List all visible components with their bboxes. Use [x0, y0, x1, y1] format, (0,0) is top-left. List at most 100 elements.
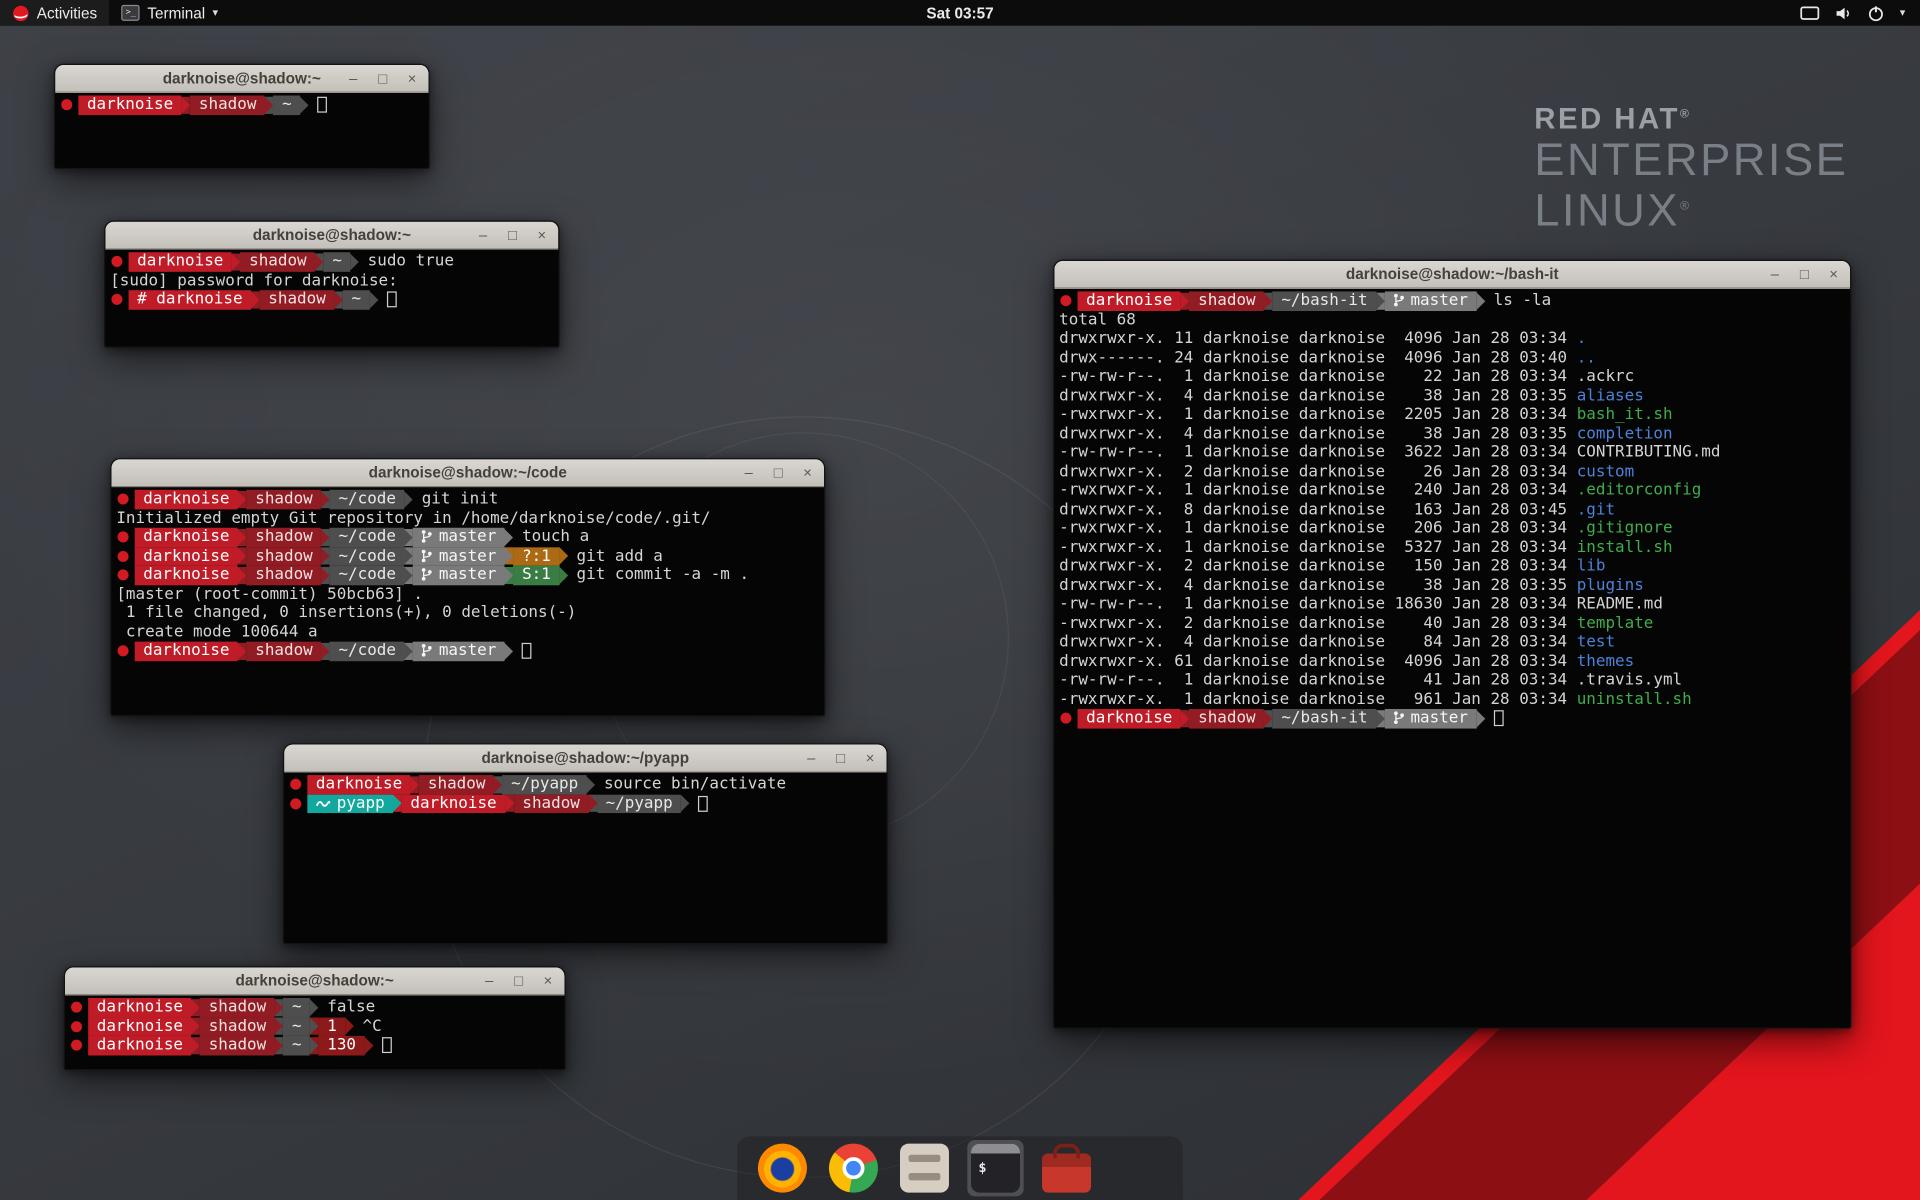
prompt-segment-host: shadow: [190, 96, 265, 115]
close-button[interactable]: ×: [540, 967, 556, 994]
minimize-button[interactable]: –: [345, 65, 361, 92]
titlebar[interactable]: darknoise@shadow:~–□×: [105, 222, 558, 250]
prompt-segment-host: shadow: [514, 794, 589, 813]
ls-file-name: .git: [1577, 500, 1615, 518]
ls-line: drwxrwxr-x. 4 darknoise darknoise 38 Jan…: [1059, 424, 1845, 443]
minimize-button[interactable]: –: [803, 744, 819, 771]
dock-item-appgrid[interactable]: [1109, 1140, 1165, 1196]
ls-line: drwxrwxr-x. 4 darknoise darknoise 38 Jan…: [1059, 386, 1845, 405]
minimize-button[interactable]: –: [481, 967, 497, 994]
close-button[interactable]: ×: [534, 222, 550, 249]
maximize-button[interactable]: □: [1796, 261, 1812, 288]
prompt-segment-user: darknoise: [402, 794, 505, 813]
chrome-icon: [829, 1144, 878, 1193]
maximize-button[interactable]: □: [511, 967, 527, 994]
terminal-content[interactable]: darknoiseshadow~/pyappsource bin/activat…: [284, 773, 886, 943]
dock-item-files[interactable]: [896, 1140, 952, 1196]
activities-button[interactable]: Activities: [0, 0, 109, 26]
terminal-content[interactable]: darknoiseshadow~/codegit initInitialized…: [111, 487, 824, 715]
powerline-separator: [310, 999, 319, 1016]
powerline-separator: [238, 567, 247, 584]
ls-line: drwx------. 24 darknoise darknoise 4096 …: [1059, 348, 1845, 367]
prompt-line: darknoiseshadow~/codemaster?:1git add a: [116, 547, 819, 566]
ls-line: drwxrwxr-x. 4 darknoise darknoise 84 Jan…: [1059, 633, 1845, 652]
dock-item-firefox[interactable]: [754, 1140, 810, 1196]
window-buttons: –□ ×: [741, 459, 816, 486]
ls-line: -rwxrwxr-x. 1 darknoise darknoise 2205 J…: [1059, 405, 1845, 424]
window-buttons: –□ ×: [475, 222, 550, 249]
terminal-cursor: [382, 1037, 392, 1053]
prompt-segment-branch: master: [1385, 709, 1477, 728]
prompt-segment-user: darknoise: [78, 96, 181, 115]
app-menu-terminal[interactable]: >_ Terminal ▾: [109, 0, 230, 26]
output-line: total 68: [1059, 310, 1845, 329]
ls-line-meta: -rwxrwxr-x. 1 darknoise darknoise 206 Ja…: [1059, 519, 1577, 537]
terminal-content[interactable]: darknoiseshadow~/bash-itmasterls -latota…: [1054, 289, 1850, 1027]
titlebar[interactable]: darknoise@shadow:~–□×: [55, 65, 428, 93]
command-text: git add a: [577, 547, 663, 566]
output-line: Initialized empty Git repository in /hom…: [116, 509, 819, 528]
prompt-segment-path: ~: [343, 290, 370, 309]
terminal-window-pyapp[interactable]: darknoise@shadow:~/pyapp–□×darknoiseshad…: [283, 743, 888, 944]
powerline-separator: [192, 1037, 201, 1054]
ls-line-meta: drwxrwxr-x. 11 darknoise darknoise 4096 …: [1059, 329, 1577, 347]
redhat-prompt-icon: [118, 570, 129, 581]
ls-line-meta: drwxrwxr-x. 4 darknoise darknoise 84 Jan…: [1059, 633, 1577, 651]
terminal-content[interactable]: darknoiseshadow~falsedarknoiseshadow~1^C…: [65, 996, 565, 1069]
output-line: 1 file changed, 0 insertions(+), 0 delet…: [116, 604, 819, 623]
ls-line: drwxrwxr-x. 2 darknoise darknoise 150 Ja…: [1059, 557, 1845, 576]
maximize-button[interactable]: □: [833, 744, 849, 771]
powerline-separator: [1376, 710, 1385, 727]
close-button[interactable]: ×: [1826, 261, 1842, 288]
minimize-button[interactable]: –: [741, 459, 757, 486]
terminal-window-home-3[interactable]: darknoise@shadow:~–□×darknoiseshadow~fal…: [64, 966, 566, 1070]
powerline-separator: [251, 291, 260, 308]
terminal-window-home-2[interactable]: darknoise@shadow:~–□×darknoiseshadow~sud…: [104, 220, 560, 347]
terminal-window-bash-it[interactable]: darknoise@shadow:~/bash-it–□×darknoisesh…: [1053, 260, 1851, 1029]
dock-item-terminal[interactable]: $: [967, 1140, 1023, 1196]
powerline-separator: [321, 491, 330, 508]
prompt-segment-exit: 130: [319, 1036, 365, 1055]
clock[interactable]: Sat 03:57: [926, 4, 993, 21]
maximize-button[interactable]: □: [770, 459, 786, 486]
prompt-line: darknoiseshadow~/codemastertouch a: [116, 528, 819, 547]
close-button[interactable]: ×: [800, 459, 816, 486]
branding-linux: LINUX: [1534, 185, 1680, 235]
close-button[interactable]: ×: [862, 744, 878, 771]
powerline-separator: [265, 96, 274, 113]
minimize-button[interactable]: –: [1767, 261, 1783, 288]
prompt-segment-path: ~/code: [330, 547, 405, 566]
activities-label: Activities: [37, 4, 97, 21]
maximize-button[interactable]: □: [375, 65, 391, 92]
ls-line-meta: -rw-rw-r--. 1 darknoise darknoise 41 Jan…: [1059, 671, 1577, 689]
terminal-window-code[interactable]: darknoise@shadow:~/code–□×darknoiseshado…: [110, 458, 825, 716]
maximize-button[interactable]: □: [504, 222, 520, 249]
redhat-prompt-icon: [111, 256, 122, 267]
prompt-line: darknoiseshadow~/bash-itmaster: [1059, 709, 1845, 728]
titlebar[interactable]: darknoise@shadow:~/pyapp–□×: [284, 744, 886, 772]
powerline-separator: [321, 567, 330, 584]
powerline-separator: [393, 795, 402, 812]
system-status-area[interactable]: ▾: [1793, 0, 1912, 26]
prompt-line: darknoiseshadow~/pyappsource bin/activat…: [289, 775, 882, 794]
close-button[interactable]: ×: [404, 65, 420, 92]
ls-line: -rwxrwxr-x. 1 darknoise darknoise 240 Ja…: [1059, 481, 1845, 500]
prompt-segment-host: shadow: [1190, 709, 1265, 728]
ls-line: -rwxrwxr-x. 1 darknoise darknoise 206 Ja…: [1059, 519, 1845, 538]
prompt-segment-user: darknoise: [88, 1017, 191, 1036]
ls-line-meta: -rwxrwxr-x. 1 darknoise darknoise 961 Ja…: [1059, 690, 1577, 708]
terminal-cursor: [387, 292, 397, 308]
dock-item-toolbox[interactable]: [1038, 1145, 1094, 1192]
titlebar[interactable]: darknoise@shadow:~/bash-it–□×: [1054, 261, 1850, 289]
terminal-window-home-1[interactable]: darknoise@shadow:~–□×darknoiseshadow~: [54, 64, 430, 169]
ls-line: -rwxrwxr-x. 2 darknoise darknoise 40 Jan…: [1059, 614, 1845, 633]
minimize-button[interactable]: –: [475, 222, 491, 249]
titlebar[interactable]: darknoise@shadow:~–□×: [65, 967, 565, 995]
ls-line-meta: drwxrwxr-x. 61 darknoise darknoise 4096 …: [1059, 652, 1577, 670]
titlebar[interactable]: darknoise@shadow:~/code–□×: [111, 459, 824, 487]
command-text: false: [327, 998, 375, 1017]
branding-redhat: RED HAT: [1534, 103, 1680, 136]
dock-item-chrome[interactable]: [825, 1140, 881, 1196]
terminal-content[interactable]: darknoiseshadow~: [55, 93, 428, 168]
terminal-content[interactable]: darknoiseshadow~sudo true[sudo] password…: [105, 250, 558, 347]
